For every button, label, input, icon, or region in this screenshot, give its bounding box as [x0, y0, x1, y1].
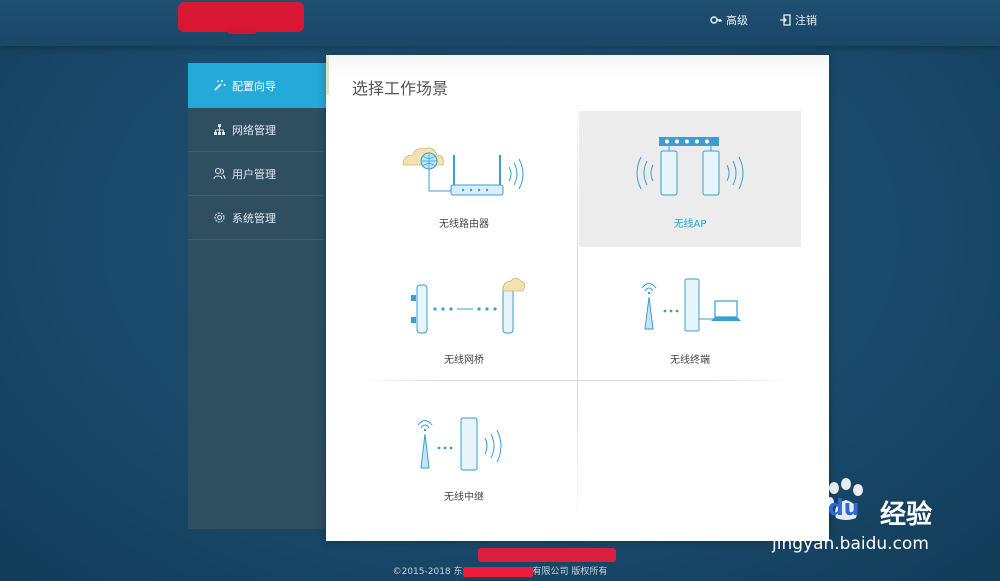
wireless-router-icon	[402, 147, 524, 196]
logout-link[interactable]: 注销	[779, 12, 817, 28]
sidebar-item-label: 配置向导	[232, 79, 276, 93]
wireless-client-icon	[641, 278, 741, 332]
company-name-redacted	[462, 566, 533, 577]
sidebar-item-users[interactable]: 用户管理	[188, 152, 325, 196]
wireless-repeater-icon	[417, 417, 502, 471]
sidebar-item-label: 系统管理	[232, 211, 276, 225]
watermark-cn-text: 经验	[880, 500, 933, 530]
watermark-url: jingyan.baidu.com	[772, 534, 929, 554]
page-title: 选择工作场景	[352, 79, 449, 98]
scene-label: 无线中继	[444, 492, 484, 503]
gear-icon	[214, 212, 225, 223]
advanced-label: 高级	[726, 14, 748, 27]
advanced-link[interactable]: 高级	[710, 12, 748, 28]
scene-wireless-repeater[interactable]: 无线中继	[353, 384, 575, 520]
magic-wand-icon	[214, 80, 226, 91]
sidebar-item-system[interactable]: 系统管理	[188, 196, 325, 240]
scene-label: 无线AP	[673, 219, 707, 230]
logout-icon	[780, 14, 791, 26]
brand-logo-redacted	[178, 2, 304, 32]
footer-redaction-mark	[478, 548, 616, 562]
copyright-text-end: 有限公司 版权所有	[532, 567, 608, 577]
watermark-brand-end: du	[828, 496, 860, 521]
logout-label: 注销	[795, 14, 817, 27]
scene-label: 无线网桥	[444, 355, 484, 366]
users-icon	[213, 167, 226, 180]
scene-wireless-router[interactable]: 无线路由器	[353, 111, 575, 247]
baidu-watermark: Bai du 经验 jingyan.baidu.com	[770, 470, 990, 570]
copyright-text-start: ©2015-2018 东	[392, 567, 463, 577]
sidebar-item-network[interactable]: 网络管理	[188, 108, 325, 152]
top-bar: 高级 注销	[0, 0, 1000, 46]
scene-label: 无线终端	[670, 355, 710, 366]
sidebar-item-label: 用户管理	[232, 167, 276, 181]
panel-accent-bar	[326, 55, 329, 95]
scene-wireless-bridge[interactable]: 无线网桥	[353, 247, 575, 383]
wireless-ap-icon	[636, 137, 744, 196]
sidebar-item-config-wizard[interactable]: 配置向导	[188, 63, 328, 108]
brand-logo-subtext-redacted	[228, 29, 256, 34]
panel-header-shade	[326, 55, 829, 77]
scene-wireless-client[interactable]: 无线终端	[579, 247, 801, 383]
sidebar-item-label: 网络管理	[232, 123, 276, 137]
watermark-brand: Bai	[770, 492, 824, 527]
sidebar: 配置向导 网络管理 用户管理 系统管理	[188, 63, 328, 529]
wireless-bridge-icon	[411, 277, 525, 334]
scene-label: 无线路由器	[439, 219, 489, 230]
key-icon	[710, 16, 722, 24]
network-tree-icon	[214, 124, 225, 135]
scene-wireless-ap[interactable]: 无线AP	[579, 111, 801, 247]
grid-divider-vertical	[577, 88, 578, 528]
